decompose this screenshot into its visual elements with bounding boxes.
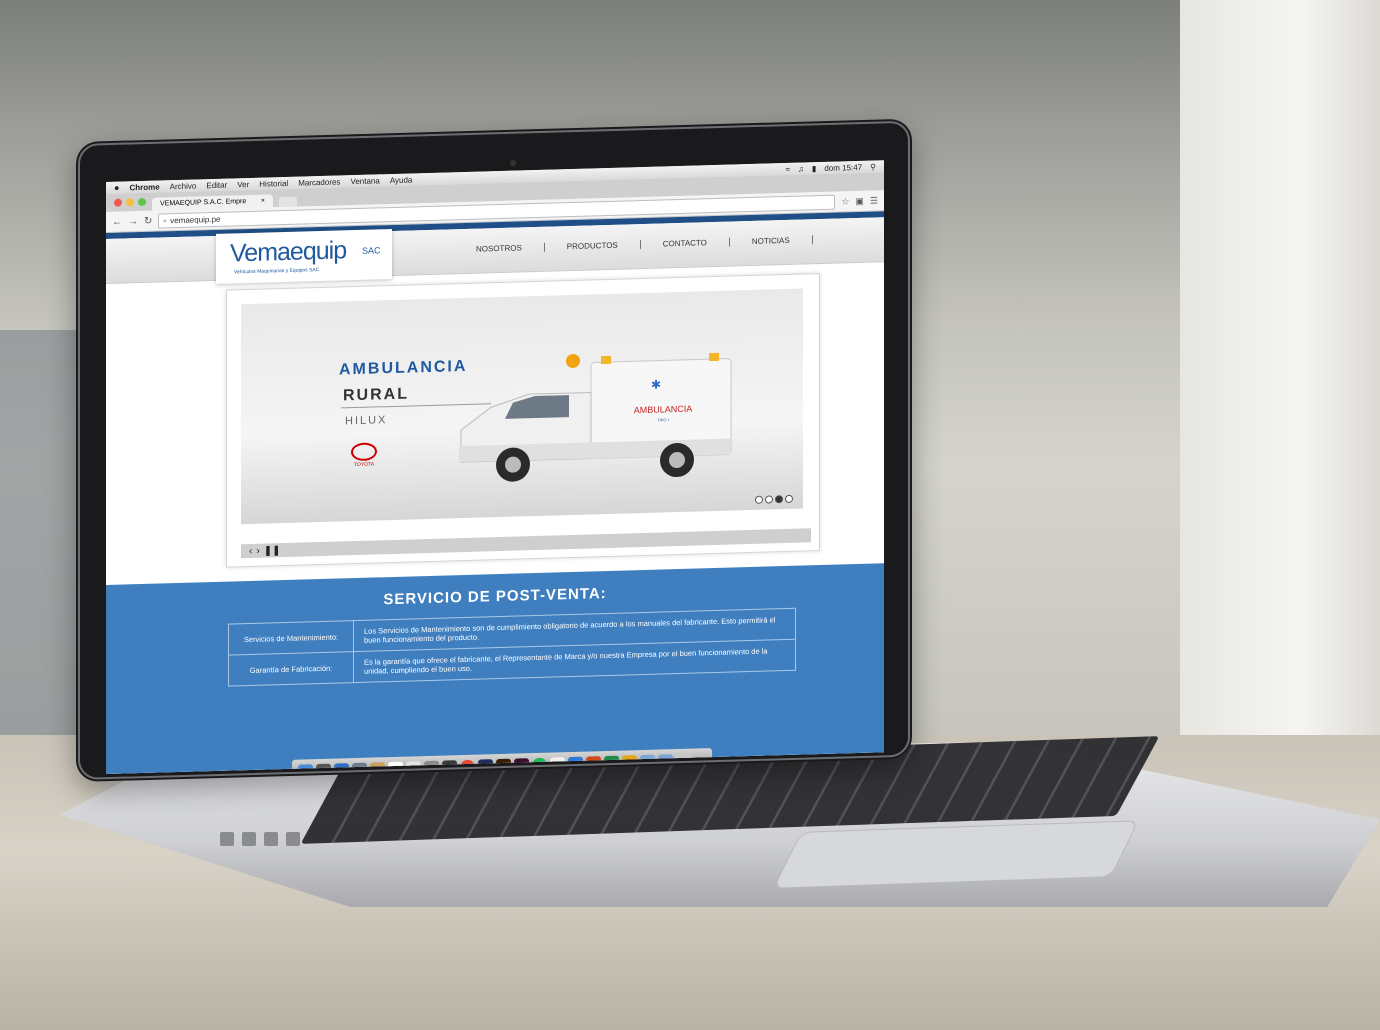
bookmark-star-icon[interactable]: ☆ [841,196,849,207]
nav-contacto[interactable]: CONTACTO [640,237,730,250]
forward-icon[interactable]: → [128,216,138,227]
laptop-screen: ● Chrome Archivo Editar Ver Historial Ma… [106,160,884,774]
logo-tagline: Vehículos Maquinarias y Equipos SAC [234,267,320,276]
slider-dot-active[interactable] [775,495,783,504]
menu-ventana[interactable]: Ventana [350,176,379,186]
battery-icon[interactable]: ▮ [812,164,816,173]
table-cell-label: Servicios de Mantenimiento: [228,620,354,656]
menu-editar[interactable]: Editar [206,180,227,190]
menu-marcadores[interactable]: Marcadores [298,177,340,187]
spotlight-icon[interactable]: ⚲ [870,162,876,171]
back-icon[interactable]: ← [112,216,122,227]
logo-word: Vemaequip [230,236,347,268]
hero-slider: AMBULANCIA RURAL HILUX TOYOTA ✱ AMBULANC… [226,273,820,568]
slider-dots [755,494,793,504]
svg-text:✱: ✱ [651,377,661,391]
menubar-clock[interactable]: dom 15:47 [824,162,862,172]
slider-dot[interactable] [765,495,773,504]
menu-ver[interactable]: Ver [237,179,249,188]
slide-title-ambulancia: AMBULANCIA [339,357,468,379]
hero-slide[interactable]: AMBULANCIA RURAL HILUX TOYOTA ✱ AMBULANC… [241,288,803,525]
chrome-menu-icon[interactable]: ☰ [870,195,878,206]
slide-title-hilux: HILUX [345,414,388,428]
vehicle-sub-label: TIPO I [657,417,669,422]
webcam [510,160,516,166]
vehicle-label: AMBULANCIA [634,404,693,416]
site-logo[interactable]: Vemaequip SAC Vehículos Maquinarias y Eq… [216,229,392,284]
zoom-window-icon[interactable] [138,197,146,207]
volume-icon[interactable]: ♫ [798,164,804,173]
toyota-logo: TOYOTA [351,442,377,468]
wifi-icon[interactable]: ≈ [786,164,790,173]
nav-noticias[interactable]: NOTICIAS [729,235,813,247]
main-nav: NOSOTROS PRODUCTOS CONTACTO NOTICIAS [454,235,813,255]
logo-sac: SAC [362,245,381,256]
toyota-brand-text: TOYOTA [353,461,375,469]
nav-productos[interactable]: PRODUCTOS [544,240,641,252]
minimize-window-icon[interactable] [126,198,134,207]
menu-archivo[interactable]: Archivo [170,181,197,191]
page-icon: ▫ [163,215,167,225]
slider-dot[interactable] [755,495,763,504]
close-window-icon[interactable] [114,198,122,207]
new-tab-button[interactable] [279,196,297,208]
ambulance-truck-image: ✱ AMBULANCIA TIPO I [459,352,732,482]
window-controls [114,193,146,212]
slider-prev-icon[interactable]: ‹ [249,545,252,556]
slider-pause-icon[interactable]: ❚❚ [264,545,281,556]
background-column [1180,0,1380,760]
slide-title-rural: RURAL [343,385,409,405]
post-sale-section: SERVICIO DE POST-VENTA: Servicios de Man… [106,563,884,774]
nav-nosotros[interactable]: NOSOTROS [454,242,545,255]
reload-icon[interactable]: ↻ [144,215,152,226]
menubar-app-name[interactable]: Chrome [129,182,159,192]
extension-icon[interactable]: ▣ [855,195,864,206]
apple-icon[interactable]: ● [114,183,119,193]
table-cell-label: Garantía de Fabricación: [228,651,354,687]
slider-next-icon[interactable]: › [256,545,259,556]
laptop-ports [220,832,340,872]
tab-title: VEMAEQUIP S.A.C. Empre [160,198,247,208]
address-url: vemaequip.pe [170,214,221,225]
slider-controls: ‹ › ❚❚ [241,528,811,559]
menu-ayuda[interactable]: Ayuda [390,175,413,185]
web-page: Vemaequip SAC Vehículos Maquinarias y Eq… [106,211,884,774]
post-sale-table: Servicios de Mantenimiento: Los Servicio… [228,608,796,687]
tab-close-icon[interactable]: × [261,198,265,205]
slider-dot[interactable] [785,494,793,504]
menu-historial[interactable]: Historial [259,178,288,188]
